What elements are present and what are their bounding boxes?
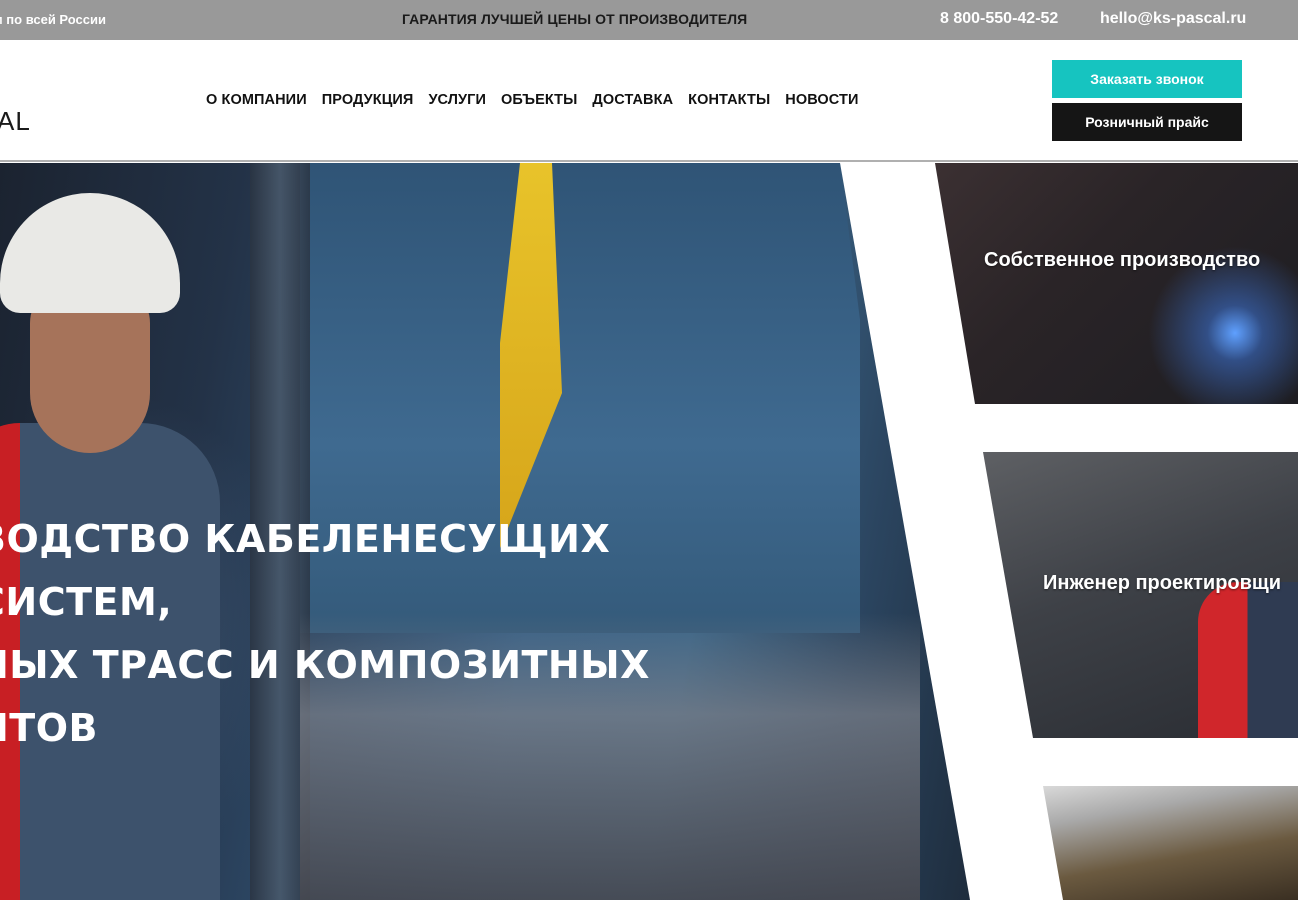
delivery-note: ем по всей России	[0, 12, 106, 27]
tile-label: Собственное производство	[984, 249, 1261, 271]
tile-third[interactable]	[1043, 786, 1298, 900]
site-header: AL О КОМПАНИИ ПРОДУКЦИЯ УСЛУГИ ОБЪЕКТЫ Д…	[0, 40, 1298, 162]
price-guarantee-banner: ГАРАНТИЯ ЛУЧШЕЙ ЦЕНЫ ОТ ПРОИЗВОДИТЕЛЯ	[402, 11, 748, 27]
tile-label: Инженер проектировщи	[1043, 572, 1282, 594]
nav-item-company[interactable]: О КОМПАНИИ	[206, 92, 307, 108]
hero-section: ВОДСТВО КАБЕЛЕНЕСУЩИХ СИСТЕМ, НЫХ ТРАСС …	[0, 163, 1298, 900]
email-link[interactable]: hello@ks-pascal.ru	[1100, 10, 1246, 28]
phone-link[interactable]: 8 800-550-42-52	[940, 10, 1058, 28]
nav-item-contacts[interactable]: КОНТАКТЫ	[688, 92, 770, 108]
hero-title: ВОДСТВО КАБЕЛЕНЕСУЩИХ СИСТЕМ, НЫХ ТРАСС …	[0, 517, 650, 750]
logo[interactable]: AL	[0, 106, 31, 137]
nav-item-services[interactable]: УСЛУГИ	[428, 92, 486, 108]
tile-own-production[interactable]: Собственное производство	[935, 163, 1298, 404]
hard-hat	[0, 193, 180, 313]
main-nav: О КОМПАНИИ ПРОДУКЦИЯ УСЛУГИ ОБЪЕКТЫ ДОСТ…	[206, 92, 858, 108]
engineer-figure	[1198, 582, 1298, 738]
nav-item-products[interactable]: ПРОДУКЦИЯ	[322, 92, 414, 108]
tile-design-engineer[interactable]: Инженер проектировщи	[983, 452, 1298, 738]
hero-image: ВОДСТВО КАБЕЛЕНЕСУЩИХ СИСТЕМ, НЫХ ТРАСС …	[0, 163, 970, 900]
nav-item-objects[interactable]: ОБЪЕКТЫ	[501, 92, 577, 108]
nav-item-news[interactable]: НОВОСТИ	[785, 92, 858, 108]
nav-item-delivery[interactable]: ДОСТАВКА	[592, 92, 673, 108]
order-call-button[interactable]: Заказать звонок	[1052, 60, 1242, 98]
top-info-bar: ем по всей России ГАРАНТИЯ ЛУЧШЕЙ ЦЕНЫ О…	[0, 0, 1298, 40]
retail-price-button[interactable]: Розничный прайс	[1052, 103, 1242, 141]
